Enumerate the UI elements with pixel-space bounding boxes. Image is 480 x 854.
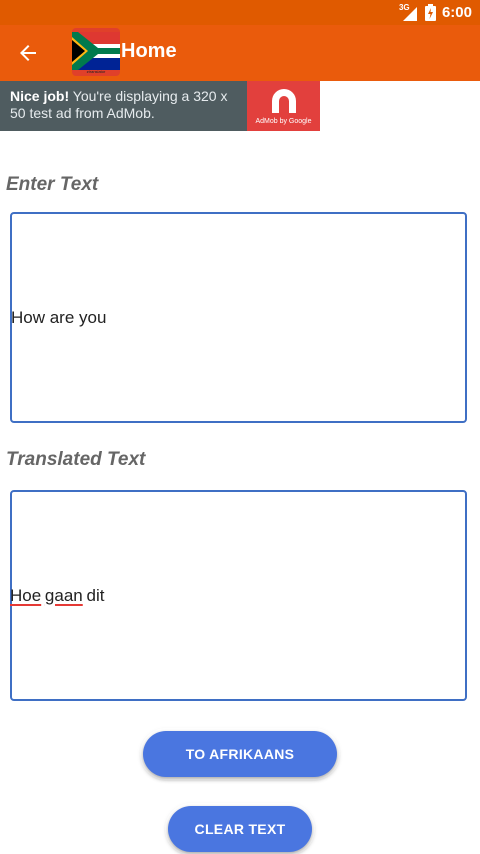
translated-text-label: Translated Text (6, 449, 146, 470)
enter-text-label: Enter Text (6, 174, 99, 195)
status-icons: 3G 6:00 (398, 0, 472, 25)
logo-caption: ztranslator (86, 69, 106, 74)
translated-text-output[interactable]: Hoe gaan dit (10, 490, 467, 701)
clock: 6:00 (441, 4, 472, 21)
network-type: 3G (398, 2, 410, 12)
status-bar: 3G 6:00 (0, 0, 480, 25)
source-text-value: How are you (11, 307, 107, 327)
translated-word: Hoe (10, 585, 42, 605)
translated-text-value: Hoe gaan dit (10, 585, 105, 606)
translated-word: dit (86, 585, 105, 605)
ad-headline: Nice job! (10, 88, 70, 104)
clear-text-button[interactable]: CLEAR TEXT (168, 806, 312, 852)
app-bar: ztranslator Home (0, 25, 480, 81)
translated-word: gaan (44, 585, 83, 605)
south-africa-flag-logo: ztranslator (72, 28, 120, 76)
admob-logo: AdMob by Google (247, 81, 320, 131)
source-text-input[interactable]: How are you (10, 212, 467, 423)
signal-icon: 3G (398, 2, 419, 21)
ad-brand: AdMob by Google (255, 118, 312, 125)
ad-text: Nice job! You're displaying a 320 x 50 t… (10, 88, 246, 122)
ad-banner[interactable]: Nice job! You're displaying a 320 x 50 t… (0, 81, 320, 131)
page-title: Home (121, 40, 177, 62)
admob-icon (272, 89, 296, 113)
translate-to-afrikaans-button[interactable]: TO AFRIKAANS (143, 731, 337, 777)
battery-icon (424, 4, 436, 21)
back-arrow-icon[interactable] (16, 41, 40, 65)
